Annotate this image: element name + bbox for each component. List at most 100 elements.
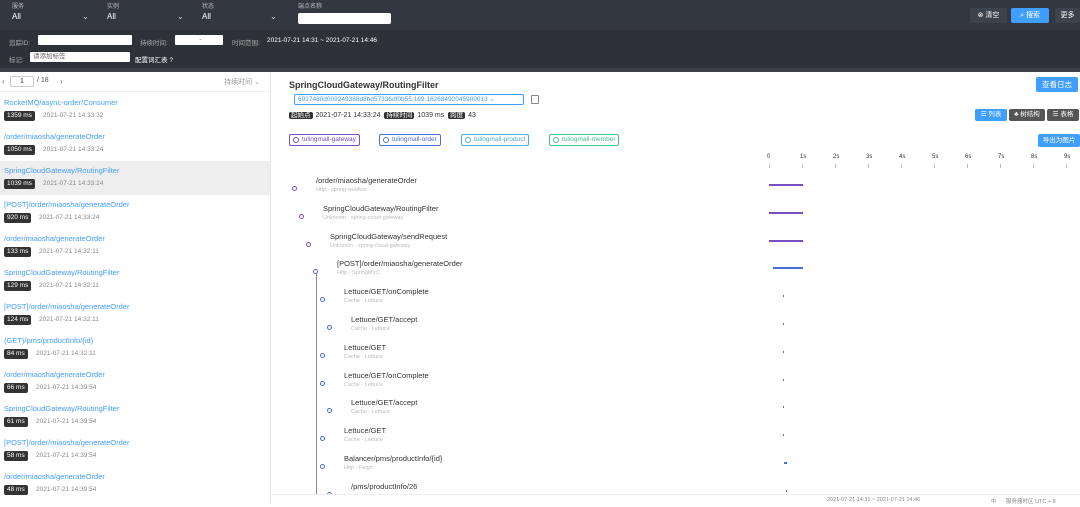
next-page-button[interactable]: › bbox=[60, 77, 63, 86]
axis-tick bbox=[901, 164, 902, 168]
trace-name: /order/miaosha/generateOrder bbox=[4, 132, 105, 141]
chevron-down-icon: ⌄ bbox=[489, 96, 496, 103]
span-name: Lettuce/GET/accept bbox=[351, 315, 418, 324]
vocabulary-link[interactable]: 配置词汇表 ? bbox=[135, 54, 173, 64]
axis-tick-label: 0 bbox=[767, 154, 771, 160]
trace-meta: 起始点 2021-07-21 14:33:24 持续时间 1039 ms 跨度 43 bbox=[289, 109, 476, 119]
chevron-down-icon: ⌄ bbox=[177, 12, 184, 21]
span-row[interactable]: Lettuce/GET/onComplete Cache - Lettuce bbox=[272, 368, 1080, 396]
endpoint-name-input[interactable] bbox=[298, 13, 391, 24]
prev-page-button[interactable]: ‹ bbox=[2, 77, 5, 86]
span-node-dot[interactable] bbox=[327, 408, 332, 414]
axis-tick bbox=[1066, 164, 1067, 168]
span-node-dot[interactable] bbox=[327, 325, 332, 330]
clear-button[interactable]: ⊗ 清空 bbox=[970, 8, 1007, 23]
duration-badge: 129 ms bbox=[4, 281, 32, 291]
trace-id-input[interactable] bbox=[38, 35, 132, 45]
trace-list-item[interactable]: /order/miaosha/generateOrder 66 ms 2021-07… bbox=[0, 365, 270, 399]
trace-list-item[interactable]: [POST]/order/miaosha/generateOrder 920 ms… bbox=[0, 195, 270, 229]
span-node-dot[interactable] bbox=[320, 380, 325, 386]
sort-select[interactable]: 持续时间 ⌄ bbox=[224, 77, 260, 87]
trace-time: 2021-07-21 14:39:54 bbox=[36, 486, 97, 493]
ring-icon bbox=[553, 137, 559, 143]
span-row[interactable]: Lettuce/GET Cache - Lettuce bbox=[272, 423, 1080, 451]
trace-list-item[interactable]: SpringCloudGateway/RoutingFilter 1039 ms 2… bbox=[0, 161, 270, 195]
span-node-dot[interactable] bbox=[292, 186, 297, 191]
search-button[interactable]: ⌕ 搜索 bbox=[1011, 8, 1049, 23]
span-duration-bar bbox=[783, 462, 788, 464]
instance-filter[interactable]: 实例 All ⌄ bbox=[107, 3, 187, 27]
filter-bar: 服务 All ⌄ 实例 All ⌄ 状态 All ⌄ 端点名称 ⊗ 清空 ⌕ 搜… bbox=[0, 0, 1080, 30]
span-row[interactable]: Lettuce/GET/accept Cache - Lettuce bbox=[272, 312, 1080, 340]
span-node-dot[interactable] bbox=[320, 436, 325, 442]
span-component: Cache - Lettuce bbox=[344, 353, 383, 360]
more-button[interactable]: 更多 bbox=[1055, 8, 1080, 23]
export-image-button[interactable]: 导出为图片 bbox=[1038, 134, 1080, 147]
service-tag[interactable]: tulingmall-gateway bbox=[289, 134, 360, 146]
vocabulary-link-label: 配置词汇表 bbox=[135, 57, 168, 64]
status-filter[interactable]: 状态 All ⌄ bbox=[202, 3, 282, 27]
view-log-button[interactable]: 查看日志 bbox=[1036, 77, 1078, 92]
duration-tag: 持续时间 bbox=[384, 112, 415, 119]
page-total: / 18 bbox=[37, 77, 49, 84]
trace-list-item[interactable]: SpringCloudGateway/RoutingFilter 61 ms 202… bbox=[0, 399, 270, 433]
tree-view-label: 树结构 bbox=[1020, 111, 1040, 118]
trace-list-item[interactable]: [POST]/order/miaosha/generateOrder 58 ms 2… bbox=[0, 433, 270, 467]
span-node-dot[interactable] bbox=[299, 213, 304, 219]
footer: 2021-07-21 14:31 ~ 2021-07-21 14:46 中 服务… bbox=[271, 494, 1080, 505]
span-row[interactable]: Lettuce/GET Cache - Lettuce bbox=[272, 340, 1080, 368]
span-name: /order/miaosha/generateOrder bbox=[316, 176, 417, 185]
span-row[interactable]: Lettuce/GET/accept Cache - Lettuce bbox=[272, 395, 1080, 423]
advanced-filter-bar: 追踪ID: 持续时间: - 时间范围: 2021-07-21 14:31 ~ 2… bbox=[0, 30, 1080, 68]
copy-icon[interactable] bbox=[531, 95, 539, 104]
trace-list-item[interactable]: /order/miaosha/generateOrder 48 ms 2021-07… bbox=[0, 467, 270, 501]
span-node-dot[interactable] bbox=[320, 352, 325, 358]
trace-list-item[interactable]: /order/miaosha/generateOrder 1050 ms 2021-… bbox=[0, 127, 270, 161]
span-node-dot[interactable] bbox=[320, 464, 325, 469]
time-range-value[interactable]: 2021-07-21 14:31 ~ 2021-07-21 14:46 bbox=[267, 37, 377, 44]
start-value: 2021-07-21 14:33:24 bbox=[315, 112, 381, 119]
span-row[interactable]: Lettuce/GET/onComplete Cache - Lettuce bbox=[272, 284, 1080, 312]
axis-tick-label: 2s bbox=[833, 154, 840, 160]
trace-list-item[interactable]: {GET}/pms/productInfo/{id} 84 ms 2021-07-2… bbox=[0, 331, 270, 365]
duration-input[interactable]: - bbox=[175, 35, 223, 45]
span-name: Lettuce/GET/onComplete bbox=[344, 287, 429, 297]
duration-badge: 61 ms bbox=[4, 417, 28, 427]
tree-view-button[interactable]: ♣ 树结构 bbox=[1009, 109, 1045, 121]
span-row[interactable]: /order/miaosha/generateOrder Http - sprin… bbox=[272, 173, 1080, 201]
span-node-dot[interactable] bbox=[320, 297, 325, 303]
service-tag[interactable]: tulingmall-member bbox=[549, 134, 620, 146]
service-tag[interactable]: tulingmall-order bbox=[379, 134, 441, 146]
span-node-dot[interactable] bbox=[306, 241, 311, 247]
trace-time: 2021-07-21 14:33:24 bbox=[43, 180, 104, 187]
axis-tick-label: 9s bbox=[1064, 154, 1071, 160]
service-filter[interactable]: 服务 All ⌄ bbox=[12, 3, 102, 27]
trace-list-item[interactable]: [POST]/order/miaosha/generateOrder 124 ms… bbox=[0, 297, 270, 331]
span-component: Cache - Lettuce bbox=[344, 298, 383, 305]
span-row[interactable]: [POST]/order/miaosha/generateOrder Http -… bbox=[272, 256, 1080, 284]
span-row[interactable]: SpringCloudGateway/sendRequest Unknown - … bbox=[272, 229, 1080, 257]
chevron-down-icon: ⌄ bbox=[270, 12, 277, 21]
trace-list-item[interactable]: /order/miaosha/generateOrder 133 ms 2021-0… bbox=[0, 229, 270, 263]
service-tag[interactable]: tulingmall-product bbox=[461, 134, 530, 146]
span-row[interactable]: SpringCloudGateway/RoutingFilter Unknown … bbox=[272, 201, 1080, 229]
list-view-button[interactable]: ☰ 列表 bbox=[975, 109, 1007, 121]
trace-list-item[interactable]: SpringCloudGateway/RoutingFilter 129 ms 20… bbox=[0, 263, 270, 297]
span-duration-bar bbox=[782, 323, 784, 325]
table-view-button[interactable]: ☰ 表格 bbox=[1047, 109, 1079, 121]
trace-name: [POST]/order/miaosha/generateOrder bbox=[4, 438, 130, 447]
duration-label: 持续时间: bbox=[140, 40, 168, 47]
page-input[interactable]: 1 bbox=[10, 76, 34, 87]
trace-time: 2021-07-21 14:32:11 bbox=[39, 248, 99, 255]
span-node-dot[interactable] bbox=[313, 269, 318, 275]
service-name: tulingmall-member bbox=[562, 136, 616, 143]
tags-input[interactable]: 请添加标签 bbox=[30, 52, 130, 62]
chevron-down-icon: ⌄ bbox=[82, 12, 89, 21]
span-duration-bar bbox=[785, 489, 787, 492]
trace-time: 2021-07-21 14:39:54 bbox=[36, 418, 97, 425]
ring-icon bbox=[293, 137, 299, 143]
trace-id-select[interactable]: 6917480d009249388d8bd57336df0b55.169.162… bbox=[294, 94, 524, 105]
trace-list-item[interactable]: RocketMQ/async-order/Consumer 1359 ms 2021… bbox=[0, 93, 270, 127]
span-row[interactable]: Balancer/pms/productInfo/{id} Http - Feig… bbox=[272, 451, 1080, 479]
axis-tick bbox=[769, 164, 770, 168]
